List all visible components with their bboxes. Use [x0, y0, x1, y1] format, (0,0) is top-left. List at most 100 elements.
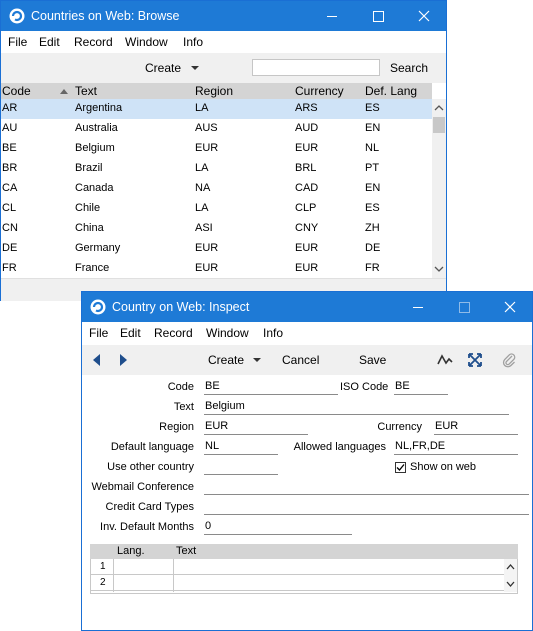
webmail-conference-field[interactable] — [204, 480, 529, 495]
table-row[interactable]: CL Chile LA CLP ES — [1, 199, 432, 219]
minimize-icon — [413, 307, 423, 308]
browse-menubar: File Edit Record Window Info — [1, 31, 446, 53]
iso-code-label: ISO Code — [340, 381, 389, 393]
matrix-row[interactable]: 1 — [91, 559, 505, 575]
iso-code-field[interactable]: BE — [394, 380, 448, 395]
allowed-languages-field[interactable]: NL,FR,DE — [394, 440, 518, 455]
table-row[interactable]: BE Belgium EUR EUR NL — [1, 139, 432, 159]
matrix-header: Lang. Text — [90, 544, 518, 559]
row-currency: CLP — [295, 202, 317, 214]
row-region: LA — [195, 202, 209, 214]
attachment-icon[interactable] — [502, 352, 516, 368]
checkmark-icon — [396, 464, 405, 471]
row-deflang: EN — [365, 182, 381, 194]
maximize-button[interactable] — [355, 1, 401, 31]
minimize-button[interactable] — [395, 292, 441, 322]
region-label: Region — [159, 421, 194, 433]
menu-info[interactable]: Info — [183, 35, 203, 49]
row-currency: BRL — [295, 162, 317, 174]
menu-record[interactable]: Record — [154, 326, 193, 340]
inspect-titlebar[interactable]: Country on Web: Inspect — [82, 292, 532, 322]
row-currency: CAD — [295, 182, 319, 194]
close-icon — [418, 10, 430, 22]
sort-asc-icon — [60, 89, 68, 94]
row-code: AU — [2, 122, 18, 134]
region-field[interactable]: EUR — [204, 420, 308, 435]
menu-window[interactable]: Window — [206, 326, 249, 340]
text-field[interactable]: Belgium — [204, 400, 509, 415]
menu-edit[interactable]: Edit — [39, 35, 60, 49]
next-record-icon[interactable] — [117, 353, 129, 367]
col-header-code[interactable]: Code — [2, 84, 31, 98]
menu-window[interactable]: Window — [125, 35, 168, 49]
table-row[interactable]: FR France EUR EUR FR — [1, 259, 432, 279]
search-input[interactable] — [252, 59, 380, 76]
menu-edit[interactable]: Edit — [120, 326, 141, 340]
menu-file[interactable]: File — [89, 326, 108, 340]
row-region: EUR — [195, 142, 219, 154]
previous-record-icon[interactable] — [91, 353, 103, 367]
row-deflang: EN — [365, 122, 381, 134]
create-button[interactable]: Create — [208, 353, 262, 367]
row-text: Chile — [75, 202, 101, 214]
table-row[interactable]: AU Australia AUS AUD EN — [1, 119, 432, 139]
matrix-row[interactable]: 2 — [91, 575, 505, 591]
row-text: Australia — [75, 122, 118, 134]
row-currency: CNY — [295, 222, 319, 234]
row-text: Brazil — [75, 162, 103, 174]
show-on-web-checkbox[interactable] — [395, 462, 406, 473]
app-logo-icon — [90, 299, 106, 315]
create-button[interactable]: Create — [145, 61, 200, 75]
col-header-region[interactable]: Region — [195, 84, 233, 98]
table-row[interactable]: AR Argentina LA ARS ES — [1, 99, 432, 119]
expand-icon[interactable] — [468, 353, 482, 367]
currency-field[interactable]: EUR — [434, 420, 518, 435]
minimize-icon — [327, 16, 337, 17]
minimize-button[interactable] — [309, 1, 355, 31]
row-region: NA — [195, 182, 211, 194]
close-button[interactable] — [487, 292, 533, 322]
code-field[interactable]: BE — [204, 380, 338, 395]
default-language-field[interactable]: NL — [204, 440, 278, 455]
scroll-down-icon[interactable] — [432, 262, 446, 276]
row-code: DE — [2, 242, 18, 254]
menu-file[interactable]: File — [8, 35, 27, 49]
col-header-deflang[interactable]: Def. Lang — [365, 84, 417, 98]
row-deflang: ZH — [365, 222, 380, 234]
browse-titlebar[interactable]: Countries on Web: Browse — [1, 1, 446, 31]
matrix-scrollbar[interactable] — [504, 559, 517, 592]
inv-default-months-field[interactable]: 0 — [204, 520, 352, 535]
browse-scrollbar[interactable] — [432, 99, 446, 278]
table-row[interactable]: DE Germany EUR EUR DE — [1, 239, 432, 259]
row-text: Argentina — [75, 102, 123, 114]
close-button[interactable] — [401, 1, 447, 31]
menu-record[interactable]: Record — [74, 35, 113, 49]
search-button[interactable]: Search — [390, 61, 428, 75]
matrix-row-number: 1 — [100, 561, 106, 572]
close-icon — [504, 301, 516, 313]
matrix-col-lang: Lang. — [117, 545, 145, 557]
col-header-currency[interactable]: Currency — [295, 84, 344, 98]
row-region: EUR — [195, 262, 219, 274]
col-header-text[interactable]: Text — [75, 84, 97, 98]
activity-icon[interactable] — [437, 353, 453, 367]
row-deflang: ES — [365, 202, 380, 214]
browse-window: Countries on Web: Browse File Edit Recor… — [0, 0, 447, 301]
menu-info[interactable]: Info — [263, 326, 283, 340]
code-label: Code — [167, 381, 194, 393]
scroll-up-icon[interactable] — [504, 561, 517, 573]
table-row[interactable]: CN China ASI CNY ZH — [1, 219, 432, 239]
table-row[interactable]: CA Canada NA CAD EN — [1, 179, 432, 199]
scroll-thumb[interactable] — [433, 117, 445, 133]
cancel-button[interactable]: Cancel — [282, 353, 319, 367]
save-button[interactable]: Save — [359, 353, 386, 367]
use-other-country-field[interactable] — [204, 460, 278, 475]
row-region: ASI — [195, 222, 213, 234]
table-row[interactable]: BR Brazil LA BRL PT — [1, 159, 432, 179]
scroll-up-icon[interactable] — [432, 101, 446, 115]
row-currency: EUR — [295, 262, 319, 274]
create-label: Create — [208, 353, 245, 367]
scroll-down-icon[interactable] — [504, 578, 517, 590]
webmail-conference-label: Webmail Conference — [91, 481, 194, 493]
credit-card-types-field[interactable] — [204, 500, 529, 515]
